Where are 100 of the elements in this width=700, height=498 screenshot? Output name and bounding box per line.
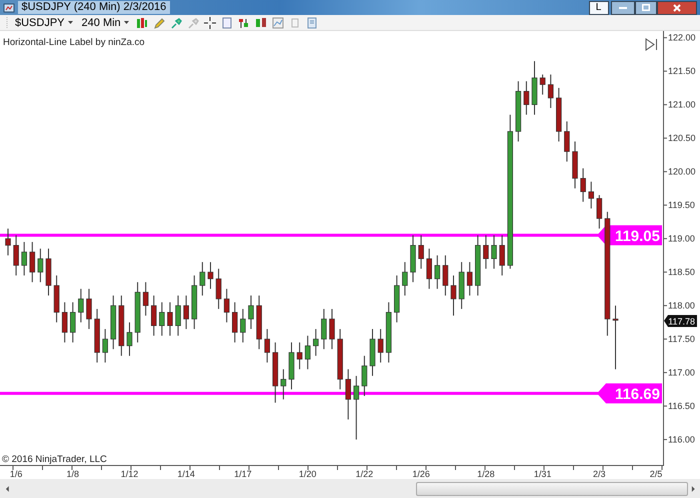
candle [321,308,327,350]
crosshair-icon[interactable] [204,16,216,28]
candle [466,262,472,296]
candle [580,168,586,202]
price-tick-label: 116.00 [668,434,695,445]
candle [362,355,368,397]
indicator-label: Horizontal-Line Label by ninZa.co [3,37,145,48]
candle [572,141,578,189]
date-tick-label: 1/17 [234,469,252,479]
price-tick-label: 120.00 [668,166,696,177]
price-tick-label: 119.50 [668,200,695,210]
candle [458,262,464,310]
candle [370,328,376,376]
candle [256,295,262,350]
candle [418,234,424,270]
candle [434,254,440,290]
candle [426,248,432,290]
price-tick-label: 121.50 [668,66,696,76]
candle [378,328,384,364]
scrollbar-thumb[interactable] [416,482,688,496]
candle [442,254,448,296]
date-tick-label: 1/12 [120,469,138,479]
maximize-button[interactable] [635,0,658,14]
maximize-icon [642,4,650,11]
candle [30,241,36,283]
candle [410,234,416,283]
candle-icon[interactable] [254,16,267,28]
candle [232,302,238,343]
price-line-label: 119.05 [597,225,662,246]
link-button[interactable]: L [588,0,608,14]
candle [86,288,92,330]
minimize-button[interactable] [611,0,636,14]
candle [216,268,222,310]
candle [21,241,27,276]
price-tick-label: 120.50 [668,133,696,144]
candle [5,228,11,256]
candle [296,342,302,370]
date-tick-label: 1/8 [66,469,80,479]
date-tick-label: 2/3 [593,469,606,479]
panel-icon[interactable] [306,16,318,28]
close-button[interactable] [657,0,698,14]
candle [313,328,319,356]
date-tick-label: 1/6 [10,469,22,479]
candle [345,368,351,420]
date-tick-label: 1/28 [477,469,495,479]
price-tick-label: 117.50 [668,334,695,344]
price-tick-label: 121.00 [668,100,696,110]
candle [483,234,489,270]
candle [540,74,546,96]
candle [329,308,335,350]
app-icon [2,2,15,14]
price-tick-label: 118.00 [668,300,695,311]
candle [200,262,206,296]
candle [288,342,294,390]
date-tick-label: 1/31 [534,469,552,479]
interval-selector[interactable]: 240 Min [80,16,131,30]
candle [475,234,481,296]
candle [499,234,505,276]
price-tick-label: 116.50 [668,401,695,412]
caret-icon [124,21,129,24]
candle [402,262,408,296]
candle [280,368,286,400]
bars-icon[interactable] [238,16,250,28]
candle [612,305,618,370]
candle [151,295,157,336]
candle [588,181,594,209]
price-line-label: 116.69 [597,383,662,404]
candle [524,80,530,116]
horizontal-line[interactable] [0,392,600,395]
instrument-selector[interactable]: $USDJPY [13,16,75,30]
chart-icon[interactable] [272,16,284,28]
play-to-end-icon[interactable] [646,38,657,50]
candle [167,302,173,336]
candle [13,234,19,276]
candle [70,302,76,343]
date-tick-label: 1/26 [412,469,430,479]
ref-line-label: 116.69 [614,386,660,403]
candle [354,375,360,440]
candle [175,295,181,336]
bars-icon[interactable] [136,16,148,28]
date-tick-label: 1/14 [177,469,195,479]
candle [556,87,562,142]
candle [134,282,140,343]
candle [46,248,52,296]
window-title: $USDJPY (240 Min) 2/3/2016 [18,1,170,14]
price-tick-label: 122.00 [668,32,696,43]
candle [394,274,400,323]
candle [224,288,230,323]
candle [78,288,84,323]
candle [386,302,392,364]
candle [126,322,132,356]
candle [516,80,522,142]
candle [62,302,68,343]
candle [450,274,456,316]
pin-icon[interactable] [170,16,182,28]
copyright-text: © 2016 NinjaTrader, LLC [2,454,107,465]
date-tick-label: 1/20 [298,469,316,479]
candle [264,328,270,364]
page-icon[interactable] [220,16,233,28]
close-icon [673,4,682,12]
